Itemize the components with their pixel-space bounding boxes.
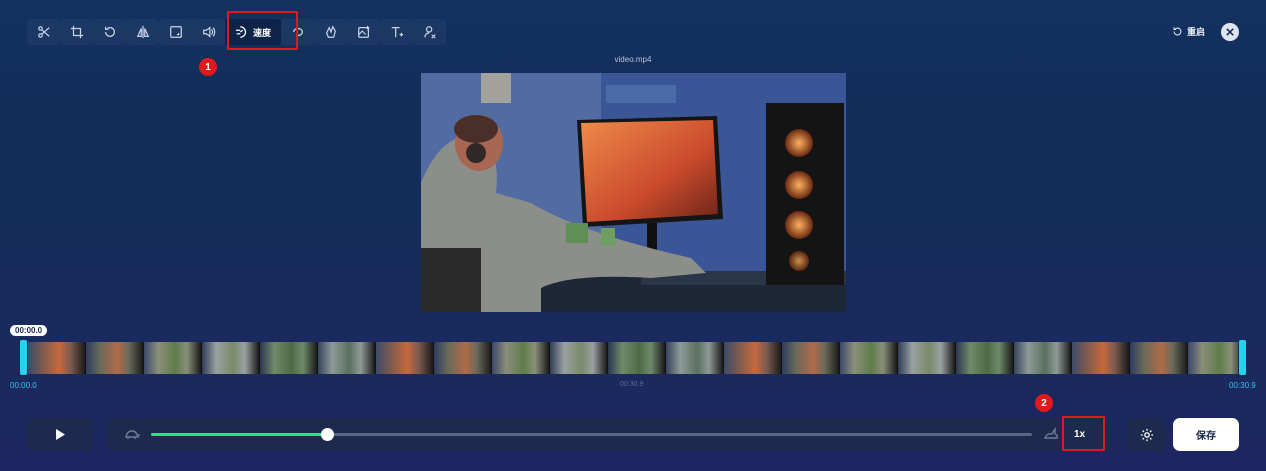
timeline-thumbnail <box>86 342 144 374</box>
cut-button[interactable] <box>27 19 60 45</box>
flip-icon <box>136 25 149 39</box>
close-button[interactable] <box>1221 23 1239 41</box>
timeline-thumbnail <box>434 342 492 374</box>
crop-button[interactable] <box>60 19 93 45</box>
speed-icon <box>235 26 247 38</box>
timeline-thumbnail <box>724 342 782 374</box>
resize-button[interactable] <box>159 19 192 45</box>
close-icon <box>1226 28 1234 36</box>
timeline-thumbnail <box>202 342 260 374</box>
timeline-thumbnail <box>28 342 86 374</box>
timeline-thumbnail <box>956 342 1014 374</box>
gear-icon <box>1140 428 1153 441</box>
reset-button[interactable]: 重启 <box>1172 25 1205 38</box>
timeline-thumbnail <box>840 342 898 374</box>
text-add-icon <box>391 27 403 38</box>
crop-icon <box>70 25 83 39</box>
timeline-thumbnail <box>550 342 608 374</box>
volume-icon <box>202 26 215 38</box>
speed-button[interactable]: 速度 <box>225 19 281 45</box>
timeline-thumbnail <box>782 342 840 374</box>
loop-icon <box>292 27 303 38</box>
sticker-button[interactable] <box>314 19 347 45</box>
play-icon <box>56 429 65 440</box>
slow-turtle-icon <box>125 430 140 439</box>
timeline-thumbnail <box>1188 342 1238 374</box>
timeline-end-time: 00:30.9 <box>1229 381 1256 390</box>
reset-icon <box>1173 27 1182 36</box>
timeline-strip[interactable] <box>20 340 1246 375</box>
volume-button[interactable] <box>192 19 225 45</box>
timeline-thumbnails <box>28 342 1238 374</box>
timeline-thumbnail <box>318 342 376 374</box>
video-frame-image <box>421 73 846 312</box>
video-preview[interactable] <box>421 73 846 312</box>
rotate-button[interactable] <box>93 19 126 45</box>
timeline-mid-time: 00:30.9 <box>620 381 644 388</box>
speed-control-bar: 1x <box>107 418 1112 451</box>
timeline-thumbnail <box>1130 342 1188 374</box>
sticker-icon <box>325 25 336 38</box>
speed-slider-fill <box>151 433 328 436</box>
settings-button[interactable] <box>1127 418 1166 451</box>
video-filename: video.mp4 <box>614 55 652 64</box>
timeline-thumbnail <box>608 342 666 374</box>
resize-icon <box>169 26 182 38</box>
save-button[interactable]: 保存 <box>1173 418 1239 451</box>
speed-slider-knob[interactable] <box>321 428 335 441</box>
speed-button-label: 速度 <box>252 27 271 38</box>
remove-watermark-button[interactable] <box>413 19 446 45</box>
timeline-thumbnail <box>898 342 956 374</box>
timeline-end-handle[interactable] <box>1239 340 1246 375</box>
add-image-button[interactable] <box>347 19 380 45</box>
play-button[interactable] <box>27 418 93 451</box>
timeline-start-time: 00:00.0 <box>10 381 37 390</box>
loop-button[interactable] <box>281 19 314 45</box>
timeline-thumbnail <box>144 342 202 374</box>
timeline-thumbnail <box>492 342 550 374</box>
image-add-icon <box>357 25 369 38</box>
timeline-thumbnail <box>1014 342 1072 374</box>
add-text-button[interactable] <box>380 19 413 45</box>
timeline-thumbnail <box>666 342 724 374</box>
speed-slider[interactable] <box>151 428 1032 441</box>
timeline-start-handle[interactable] <box>20 340 27 375</box>
speed-value[interactable]: 1x <box>1074 429 1085 440</box>
watermark-remove-icon <box>423 26 436 39</box>
flip-button[interactable] <box>126 19 159 45</box>
timeline-thumbnail <box>1072 342 1130 374</box>
timeline-thumbnail <box>260 342 318 374</box>
scissors-icon <box>37 26 50 38</box>
editor-toolbar: 速度 <box>27 19 446 45</box>
fast-rabbit-icon <box>1043 427 1058 439</box>
reset-label: 重启 <box>1187 27 1206 37</box>
annotation-marker-2: 2 <box>1035 394 1053 412</box>
rotate-icon <box>104 26 115 37</box>
timeline-thumbnail <box>376 342 434 374</box>
current-time-tag: 00:00.0 <box>10 325 48 336</box>
